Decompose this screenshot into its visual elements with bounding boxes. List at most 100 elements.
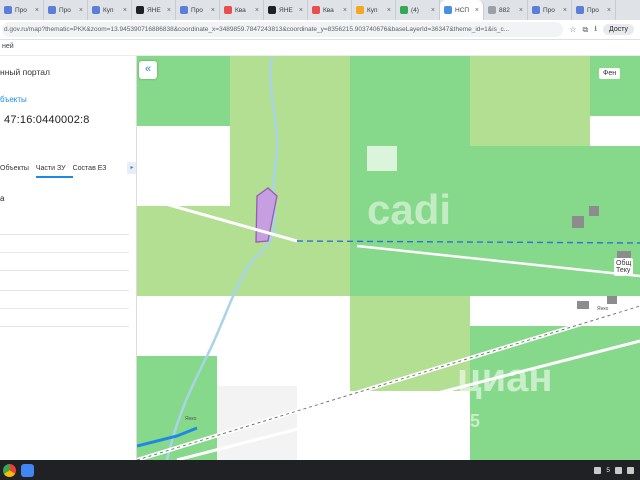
address-bar-icons: ☆ ⧉ ⭳ Досту bbox=[563, 23, 640, 37]
tab-label: Ква bbox=[323, 6, 334, 14]
browser-tab[interactable]: Куп × bbox=[88, 0, 132, 20]
battery-icon[interactable] bbox=[627, 466, 634, 474]
tab-favicon-icon bbox=[268, 6, 276, 14]
sidebar-panel: нный портал бъекты 47:16:0440002:8 Объек… bbox=[0, 56, 137, 460]
tray-count: 5 bbox=[606, 466, 610, 474]
list-divider bbox=[0, 308, 129, 309]
tab-label: Про bbox=[587, 6, 599, 14]
close-tab-icon[interactable]: × bbox=[167, 7, 171, 14]
tab-favicon-icon bbox=[312, 6, 320, 14]
browser-tab[interactable]: Про × bbox=[528, 0, 572, 20]
map-label-line-1: Общ bbox=[616, 260, 632, 267]
section-heading: а bbox=[0, 194, 5, 203]
close-tab-icon[interactable]: × bbox=[563, 7, 567, 14]
tab-label: Ква bbox=[235, 6, 246, 14]
objects-link[interactable]: бъекты bbox=[0, 95, 27, 104]
tab-label: ЯНЕ bbox=[147, 6, 161, 14]
tab-favicon-icon bbox=[444, 6, 452, 14]
map-view[interactable]: « Фен Общ Теку cadi циан ID 325 Янко Янк… bbox=[137, 56, 640, 460]
watermark-text: ID 325 bbox=[427, 411, 481, 431]
close-tab-icon[interactable]: × bbox=[343, 7, 347, 14]
tab-objects[interactable]: Объекты bbox=[0, 162, 36, 178]
tab-label: Куп bbox=[367, 6, 378, 14]
tab-favicon-icon bbox=[4, 6, 12, 14]
close-tab-icon[interactable]: × bbox=[123, 7, 127, 14]
close-tab-icon[interactable]: × bbox=[255, 7, 259, 14]
map-collapse-button[interactable]: « bbox=[139, 61, 157, 79]
tray-icon[interactable] bbox=[594, 466, 602, 474]
tab-label: (4) bbox=[411, 6, 419, 14]
browser-tab[interactable]: Про × bbox=[572, 0, 616, 20]
browser-tab[interactable]: Ква × bbox=[220, 0, 264, 20]
tab-favicon-icon bbox=[400, 6, 408, 14]
address-bar: d.gov.ru/map?thematic=PKK&zoom=13.945390… bbox=[0, 20, 640, 40]
tab-favicon-icon bbox=[356, 6, 364, 14]
tab-favicon-icon bbox=[48, 6, 56, 14]
download-icon[interactable]: ⭳ bbox=[594, 23, 597, 37]
wifi-icon[interactable] bbox=[615, 466, 622, 474]
list-divider bbox=[0, 270, 129, 271]
map-canvas[interactable] bbox=[137, 56, 640, 460]
browser-tab[interactable]: ЯНЕ × bbox=[264, 0, 308, 20]
system-tray: 5 bbox=[594, 466, 640, 474]
list-divider bbox=[0, 234, 129, 235]
tab-label: НСП bbox=[455, 6, 470, 14]
watermark-text: циан bbox=[457, 356, 553, 400]
close-tab-icon[interactable]: × bbox=[519, 7, 523, 14]
map-label-line-2: Теку bbox=[616, 267, 631, 274]
bookmark-item[interactable]: ней bbox=[2, 43, 14, 50]
close-tab-icon[interactable]: × bbox=[607, 7, 611, 14]
browser-tab[interactable]: Про × bbox=[0, 0, 44, 20]
tab-label: Про bbox=[59, 6, 71, 14]
taskbar: 5 bbox=[0, 460, 640, 480]
browser-tab[interactable]: ЯНЕ × bbox=[132, 0, 176, 20]
close-tab-icon[interactable]: × bbox=[299, 7, 303, 14]
browser-tab[interactable]: Ква × bbox=[308, 0, 352, 20]
map-label-settlement: Общ Теку bbox=[614, 258, 634, 276]
window-icon[interactable] bbox=[21, 463, 34, 477]
url-field[interactable]: d.gov.ru/map?thematic=PKK&zoom=13.945390… bbox=[2, 22, 564, 37]
tab-label: 882 bbox=[499, 6, 510, 14]
close-tab-icon[interactable]: × bbox=[387, 7, 391, 14]
extensions-icon[interactable]: ⧉ bbox=[582, 25, 588, 35]
close-tab-icon[interactable]: × bbox=[35, 7, 39, 14]
tab-composition[interactable]: Состав ЕЗ bbox=[73, 162, 114, 178]
tab-favicon-icon bbox=[180, 6, 188, 14]
chrome-icon[interactable] bbox=[3, 463, 16, 477]
map-label-top: Фен bbox=[599, 68, 621, 79]
list-divider bbox=[0, 252, 129, 253]
tab-label: Про bbox=[543, 6, 555, 14]
map-tiny-label: Янко bbox=[185, 416, 197, 422]
tab-label: ЯНЕ bbox=[279, 6, 293, 14]
browser-tab[interactable]: Про × bbox=[176, 0, 220, 20]
map-tiny-label: Янко bbox=[597, 306, 609, 312]
list-divider bbox=[0, 290, 129, 291]
browser-tab-bar: Про × Про × Куп × ЯНЕ × Про × Ква × ЯНЕ × Ква × Куп × (4) … bbox=[0, 0, 640, 20]
close-tab-icon[interactable]: × bbox=[475, 7, 479, 14]
tabs-scroll-right-icon[interactable]: ▸ bbox=[127, 162, 136, 174]
tab-favicon-icon bbox=[532, 6, 540, 14]
browser-tab[interactable]: Куп × bbox=[352, 0, 396, 20]
tab-parcel-parts[interactable]: Части ЗУ bbox=[35, 162, 73, 178]
browser-tab[interactable]: 882 × bbox=[484, 0, 528, 20]
sidebar-tabs: Объекты Части ЗУ Состав ЕЗ ▸ bbox=[0, 162, 136, 178]
list-divider bbox=[0, 326, 129, 327]
tab-label: Про bbox=[15, 6, 27, 14]
tab-favicon-icon bbox=[92, 6, 100, 14]
profile-button[interactable]: Досту bbox=[603, 24, 634, 35]
close-tab-icon[interactable]: × bbox=[79, 7, 83, 14]
browser-tab[interactable]: (4) × bbox=[396, 0, 440, 20]
star-icon[interactable]: ☆ bbox=[569, 25, 576, 34]
browser-tab[interactable]: НСП × bbox=[440, 0, 484, 20]
watermark-text: cadi bbox=[367, 186, 452, 233]
tab-label: Про bbox=[191, 6, 203, 14]
close-tab-icon[interactable]: × bbox=[431, 7, 435, 14]
close-tab-icon[interactable]: × bbox=[211, 7, 215, 14]
url-text: d.gov.ru/map?thematic=PKK&zoom=13.945390… bbox=[4, 26, 510, 33]
tab-favicon-icon bbox=[224, 6, 232, 14]
cadastral-number: 47:16:0440002:8 bbox=[4, 114, 90, 126]
browser-tab[interactable]: Про × bbox=[44, 0, 88, 20]
tab-favicon-icon bbox=[576, 6, 584, 14]
tab-favicon-icon bbox=[136, 6, 144, 14]
tab-favicon-icon bbox=[488, 6, 496, 14]
